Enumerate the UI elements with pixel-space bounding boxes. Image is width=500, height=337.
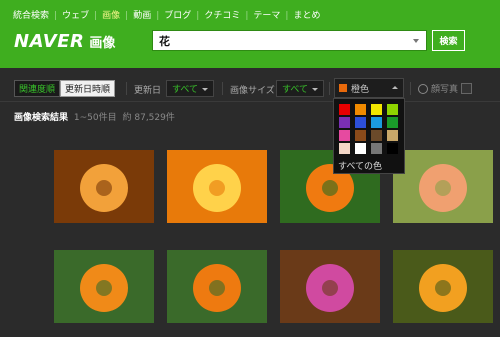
- smile-icon: [418, 83, 428, 94]
- nav-item[interactable]: ブログ: [164, 10, 191, 22]
- divider: [329, 82, 330, 95]
- nav-item[interactable]: 画像: [102, 10, 120, 22]
- image-result-building[interactable]: [54, 150, 154, 223]
- date-filter-value: すべて: [172, 85, 199, 95]
- face-photo-filter[interactable]: 顔写真: [418, 82, 473, 95]
- search-button[interactable]: 検索: [432, 30, 465, 51]
- sort-group: 関連度順 更新日時順: [14, 80, 116, 97]
- color-swatch[interactable]: [387, 143, 398, 154]
- image-result-pink-flower[interactable]: [393, 150, 493, 223]
- nav-item[interactable]: 動画: [133, 10, 151, 22]
- sort-relevance-button[interactable]: 関連度順: [14, 80, 61, 97]
- nav-separator: |: [94, 11, 98, 21]
- nav-item[interactable]: 統合検索: [13, 10, 49, 22]
- sort-recent-button[interactable]: 更新日時順: [60, 80, 116, 97]
- nav-separator: |: [125, 11, 129, 21]
- nav-separator: |: [285, 11, 289, 21]
- results-title: 画像検索結果: [14, 113, 69, 123]
- color-filter-value: 橙色: [351, 84, 370, 95]
- color-filter-select[interactable]: 橙色: [334, 78, 404, 98]
- header: 統合検索 | ウェブ | 画像 | 動画 | ブログ | クチコミ | テーマ | まとめ NAVER 画像…: [0, 0, 500, 68]
- selected-color-swatch: [339, 84, 347, 92]
- nav-item[interactable]: ウェブ: [62, 10, 89, 22]
- nav-item[interactable]: クチコミ: [204, 10, 240, 22]
- logo-text: NAVER: [14, 31, 85, 52]
- color-swatch[interactable]: [339, 117, 350, 128]
- color-swatch[interactable]: [371, 104, 382, 115]
- divider: [126, 82, 127, 95]
- color-swatch[interactable]: [355, 104, 366, 115]
- chevron-down-icon[interactable]: [413, 39, 419, 43]
- nav-separator: |: [245, 11, 249, 21]
- color-swatch[interactable]: [339, 130, 350, 141]
- all-colors-option[interactable]: すべての色: [338, 159, 382, 172]
- image-result-orange-tulip[interactable]: [167, 150, 267, 223]
- color-palette-popup: すべての色: [333, 98, 405, 174]
- color-swatch[interactable]: [355, 130, 366, 141]
- image-result-marigold-pair[interactable]: [167, 250, 267, 323]
- logo-subtitle: 画像: [89, 36, 116, 51]
- color-swatch[interactable]: [371, 130, 382, 141]
- chevron-down-icon: [312, 88, 318, 91]
- logo[interactable]: NAVER 画像: [14, 31, 115, 52]
- color-swatch[interactable]: [355, 117, 366, 128]
- image-result-flower-field[interactable]: [393, 250, 493, 323]
- top-nav: 統合検索 | ウェブ | 画像 | 動画 | ブログ | クチコミ | テーマ | まとめ: [13, 10, 320, 22]
- results-range: 1~50件目: [73, 113, 117, 123]
- search-input[interactable]: [159, 32, 407, 49]
- chevron-down-icon: [202, 88, 208, 91]
- search-box: [152, 30, 427, 51]
- image-result-cosmos[interactable]: [54, 250, 154, 323]
- results-header: 画像検索結果 1~50件目 約 87,529件: [14, 110, 175, 123]
- nav-item[interactable]: テーマ: [253, 10, 280, 22]
- color-swatch[interactable]: [387, 117, 398, 128]
- face-photo-label: 顔写真: [431, 85, 459, 95]
- results-count: 約 87,529件: [122, 113, 175, 123]
- divider: [222, 82, 223, 95]
- date-filter-select[interactable]: すべて: [166, 80, 214, 97]
- color-swatch[interactable]: [371, 117, 382, 128]
- nav-separator: |: [54, 11, 58, 21]
- color-swatch[interactable]: [355, 143, 366, 154]
- color-swatch[interactable]: [339, 143, 350, 154]
- color-swatch[interactable]: [371, 143, 382, 154]
- date-filter-label: 更新日: [134, 86, 162, 96]
- nav-separator: |: [156, 11, 160, 21]
- size-filter-label: 画像サイズ: [230, 86, 275, 96]
- color-swatch[interactable]: [387, 104, 398, 115]
- color-swatch[interactable]: [339, 104, 350, 115]
- size-filter-select[interactable]: すべて: [276, 80, 324, 97]
- nav-item[interactable]: まとめ: [293, 10, 320, 22]
- divider: [410, 82, 411, 95]
- chevron-up-icon: [392, 86, 398, 89]
- size-filter-value: すべて: [282, 85, 309, 95]
- image-result-flower-arrangement[interactable]: [280, 250, 380, 323]
- nav-separator: |: [196, 11, 200, 21]
- color-swatch[interactable]: [387, 130, 398, 141]
- face-photo-checkbox[interactable]: [461, 83, 473, 94]
